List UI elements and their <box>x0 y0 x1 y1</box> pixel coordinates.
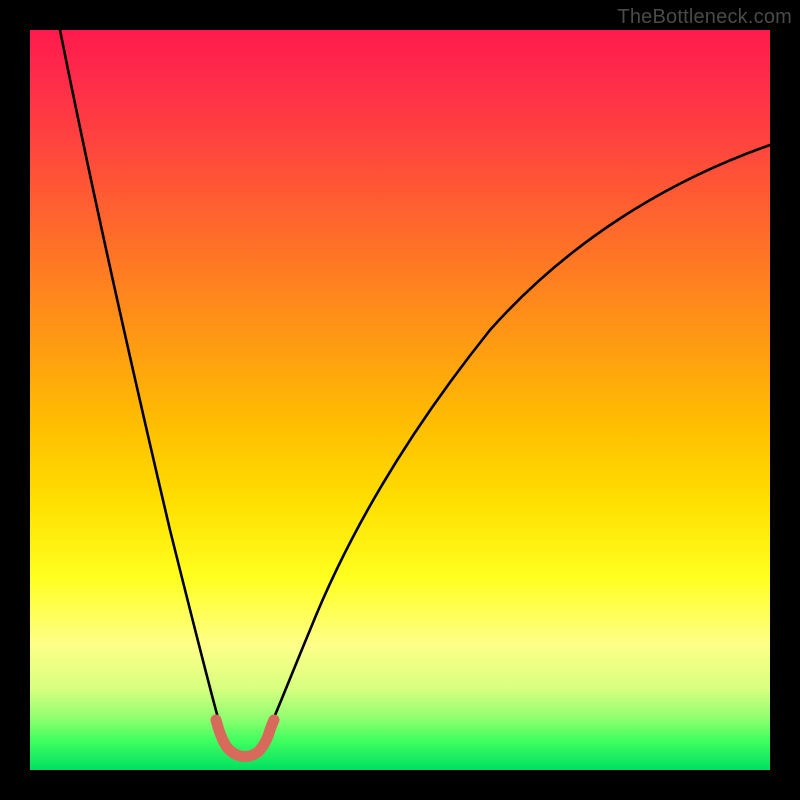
right-curve <box>260 145 770 748</box>
valley-marker <box>216 720 274 757</box>
watermark-text: TheBottleneck.com <box>617 6 792 29</box>
chart-plot-area <box>30 30 770 770</box>
left-curve <box>60 30 230 748</box>
chart-svg <box>30 30 770 770</box>
